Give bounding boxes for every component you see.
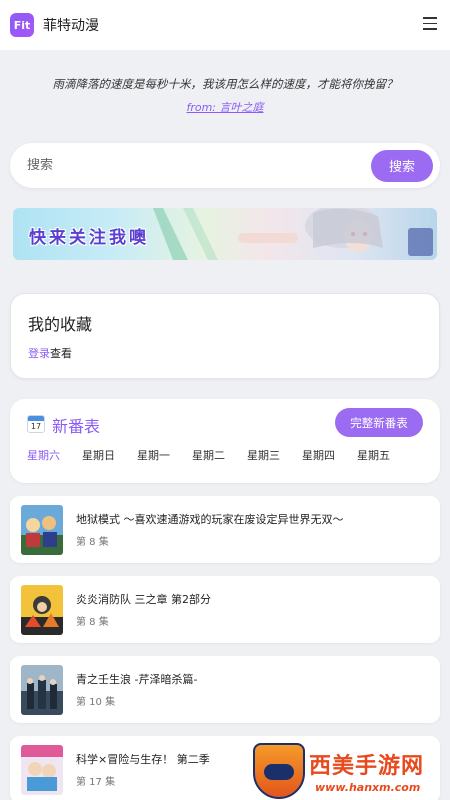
search-button[interactable]: 搜索 <box>371 149 433 182</box>
anime-list-item[interactable]: 炎炎消防队 三之章 第2部分 第 8 集 <box>10 576 440 643</box>
anime-title: 地狱模式 ～喜欢速通游戏的玩家在废设定异世界无双～ <box>76 513 344 526</box>
app-name: 菲特动漫 <box>43 18 99 34</box>
login-suffix: 查看 <box>50 347 72 360</box>
favorites-title: 我的收藏 <box>28 315 93 334</box>
anime-episode: 第 10 集 <box>76 697 116 708</box>
hamburger-menu-icon[interactable] <box>423 17 437 31</box>
watermark-name: 西美手游网 <box>309 754 425 779</box>
schedule-title: 新番表 <box>52 417 101 436</box>
anime-title: 科学×冒险与生存！ 第二季 <box>76 753 210 766</box>
anime-title: 青之壬生浪 -芹泽暗杀篇- <box>76 673 198 686</box>
full-schedule-button[interactable]: 完整新番表 <box>335 408 423 437</box>
search-input[interactable] <box>10 158 371 173</box>
search-bar: 搜索 <box>10 143 440 188</box>
schedule-card: 17 新番表 完整新番表 星期六 星期日 星期一 星期二 星期三 星期四 星期五 <box>10 399 440 483</box>
tab-thursday[interactable]: 星期四 <box>302 447 357 463</box>
tab-sunday[interactable]: 星期日 <box>82 447 137 463</box>
anime-list-item[interactable]: 青之壬生浪 -芹泽暗杀篇- 第 10 集 <box>10 656 440 723</box>
anime-cover-image <box>21 665 63 715</box>
favorites-login-hint: 登录查看 <box>28 345 72 361</box>
tab-tuesday[interactable]: 星期二 <box>192 447 247 463</box>
anime-title: 炎炎消防队 三之章 第2部分 <box>76 593 211 606</box>
login-link[interactable]: 登录 <box>28 347 50 360</box>
anime-episode: 第 17 集 <box>76 777 116 788</box>
gamepad-shield-icon <box>253 743 305 799</box>
favorites-card: 我的收藏 登录查看 <box>10 293 440 379</box>
tab-monday[interactable]: 星期一 <box>137 447 192 463</box>
tab-wednesday[interactable]: 星期三 <box>247 447 302 463</box>
promo-banner[interactable]: 快来关注我噢 <box>13 208 437 260</box>
weekday-tabs: 星期六 星期日 星期一 星期二 星期三 星期四 星期五 <box>27 447 412 463</box>
calendar-icon: 17 <box>27 415 45 433</box>
anime-list-item[interactable]: 地狱模式 ～喜欢速通游戏的玩家在废设定异世界无双～ 第 8 集 <box>10 496 440 563</box>
tab-saturday[interactable]: 星期六 <box>27 447 82 463</box>
tab-friday[interactable]: 星期五 <box>357 447 412 463</box>
banner-text: 快来关注我噢 <box>29 228 149 248</box>
watermark-url: www.hanxm.com <box>315 781 421 794</box>
quote-source-link[interactable]: from: 言叶之庭 <box>0 99 450 115</box>
anime-cover-image <box>21 585 63 635</box>
top-bar: Fit 菲特动漫 <box>0 0 450 50</box>
anime-episode: 第 8 集 <box>76 537 109 548</box>
site-watermark: 西美手游网 www.hanxm.com <box>253 741 450 800</box>
anime-cover-image <box>21 505 63 555</box>
app-logo[interactable]: Fit <box>10 13 34 37</box>
anime-episode: 第 8 集 <box>76 617 109 628</box>
quote-text: 雨滴降落的速度是每秒十米，我该用怎么样的速度，才能将你挽留？ <box>52 77 398 91</box>
anime-cover-image <box>21 745 63 795</box>
